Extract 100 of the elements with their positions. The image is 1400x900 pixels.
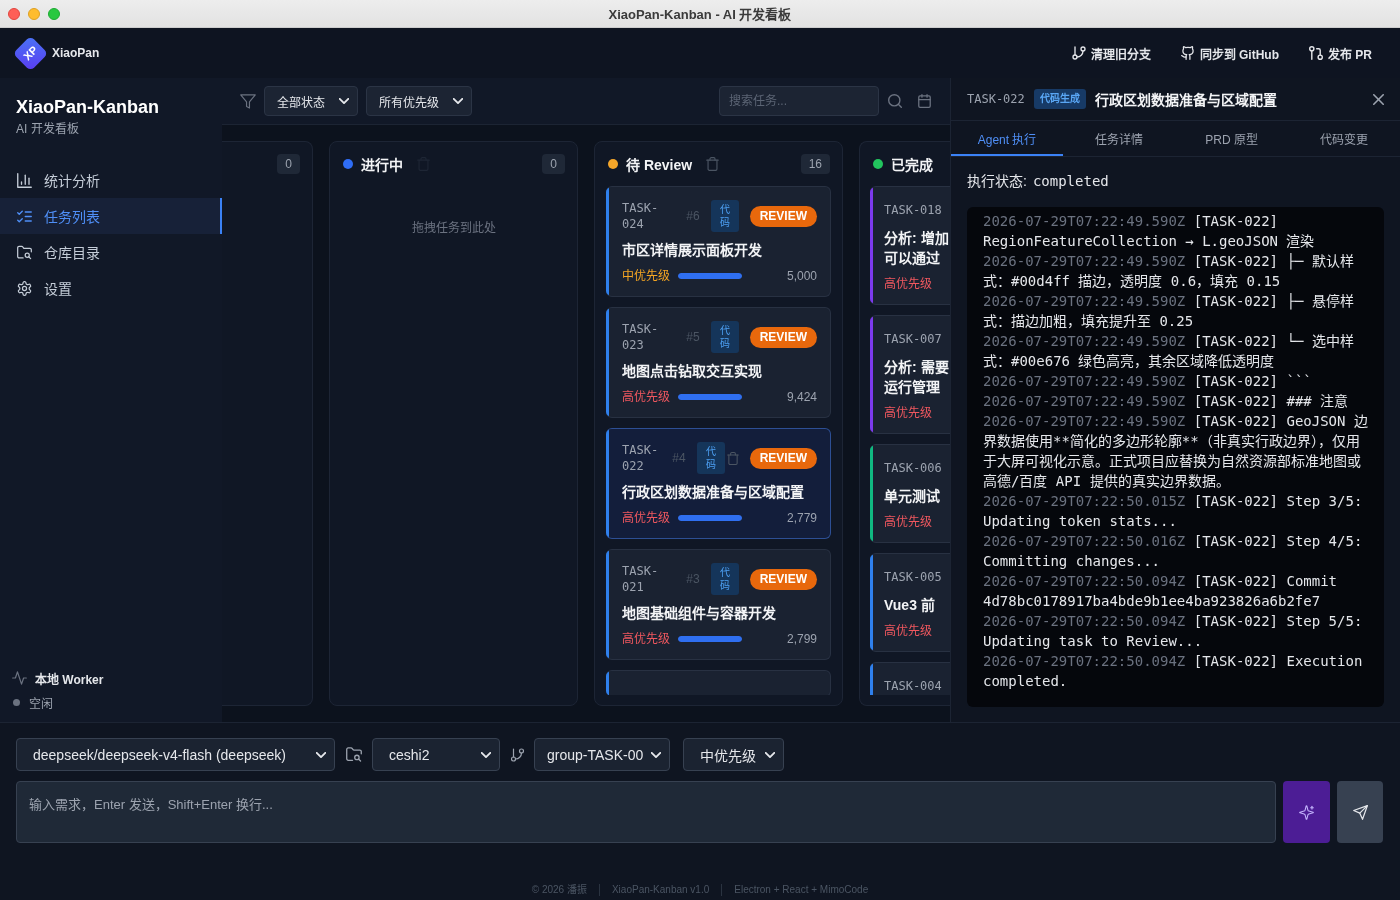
column-title: 待 Review: [626, 156, 693, 174]
panel-tab[interactable]: 任务详情: [1063, 121, 1176, 156]
sidebar-nav-item[interactable]: 仓库目录: [0, 234, 222, 270]
task-type-tag: 代码: [710, 321, 739, 353]
header-action-button[interactable]: 同步到 GitHub: [1180, 40, 1279, 66]
task-card[interactable]: TASK-006 单元测试 高优先级: [870, 444, 950, 543]
settings-icon: [17, 280, 32, 296]
task-title: 地图点击钻取交互实现: [622, 362, 763, 381]
task-count-badge: 0: [542, 154, 565, 174]
task-card[interactable]: TASK-018 分析: 增加可以通过 高优先级: [870, 186, 950, 305]
send-button[interactable]: [1337, 781, 1383, 843]
app-subtitle: AI 开发看板: [16, 121, 80, 137]
footer-text: © 2026 潘振: [530, 884, 588, 896]
log-entry: 2026-07-29T07:22:49.590Z [TASK-022] RegionFeatureCollection → L.geoJSON 渲染: [983, 212, 1316, 251]
send-icon: [1352, 804, 1368, 820]
log-entry: 2026-07-29T07:22:49.590Z [TASK-022] ```: [983, 372, 1313, 391]
status-badge: REVIEW: [749, 326, 817, 348]
chevron-down-icon: [339, 98, 349, 104]
sidebar-nav-item[interactable]: 统计分析: [0, 162, 222, 198]
log-entry: 2026-07-29T07:22:50.094Z [TASK-022] Commit 4d78bc0178917ba4bde9b1ee4ba923826a6b2fe7: [983, 572, 1339, 611]
priority-label: 高优先级: [622, 631, 670, 647]
task-card[interactable]: TASK-007 分析: 需要运行管理 高优先级: [870, 315, 950, 434]
priority-label: 高优先级: [884, 514, 932, 530]
panel-tab[interactable]: PRD 原型: [1175, 121, 1288, 156]
task-title: 市区详情展示面板开发: [622, 241, 763, 260]
repository-dropdown[interactable]: ceshi2: [372, 738, 500, 771]
panel-title: 行政区划数据准备与区域配置: [1094, 91, 1277, 109]
trash-icon[interactable]: [706, 157, 720, 171]
model-dropdown[interactable]: deepseek/deepseek-v4-flash (deepseek): [16, 738, 335, 771]
search-field[interactable]: 搜索任务...: [719, 86, 879, 116]
task-card[interactable]: TASK-005 Vue3 前 高优先级: [870, 553, 950, 652]
window-close-button[interactable]: [8, 7, 20, 20]
priority-label: 高优先级: [884, 405, 932, 421]
task-id: TASK-024: [622, 200, 660, 232]
close-icon[interactable]: [1373, 93, 1384, 105]
task-title: 分析: 增加可以通过: [884, 229, 950, 268]
branch-dropdown[interactable]: group-TASK-00: [534, 738, 671, 771]
task-type-tag: 代码: [710, 200, 739, 232]
search-icon[interactable]: [888, 94, 902, 108]
log-entry: 2026-07-29T07:22:50.015Z [TASK-022] Step 3/5: Updating token stats...: [983, 492, 1364, 531]
log-entry: 2026-07-29T07:22:49.590Z [TASK-022] GeoJSON 边界数据使用**简化的多边形轮廓**（非真实行政边界），仅用于大屏可视化示意。正式项目应替换为自然资源部标准地图或高德/百度 API 提供的真实边界数据。: [983, 412, 1369, 491]
token-count: 9,424: [786, 390, 817, 404]
chevron-down-icon: [453, 98, 463, 104]
chevron-down-icon: [481, 751, 491, 758]
task-number: #4: [672, 451, 686, 465]
sidebar-nav-item[interactable]: 任务列表: [0, 198, 222, 234]
calendar-icon[interactable]: [918, 94, 931, 108]
priority-dropdown[interactable]: 中优先级: [683, 738, 785, 771]
panel-tab[interactable]: 代码变更: [1287, 121, 1400, 156]
window-title: XiaoPan-Kanban - AI 开发看板: [608, 6, 792, 23]
log-entry: 2026-07-29T07:22:50.016Z [TASK-022] Step 4/5: Committing changes...: [983, 532, 1364, 571]
task-card[interactable]: TASK-004: [870, 662, 950, 695]
panel-tab[interactable]: Agent 执行: [951, 121, 1064, 156]
log-entry: 2026-07-29T07:22:49.590Z [TASK-022] └─ 选中样式：#00e676 绿色高亮，其余区域降低透明度: [983, 332, 1355, 371]
task-title: 分析: 需要运行管理: [884, 358, 950, 397]
task-id: TASK-004: [884, 678, 943, 694]
app-title: XiaoPan-Kanban: [16, 96, 161, 118]
task-type-tag: 代码: [696, 442, 725, 474]
priority-label: 高优先级: [622, 510, 670, 526]
worker-label: 本地 Worker: [35, 671, 104, 687]
task-id: TASK-007: [884, 331, 943, 347]
task-id: TASK-018: [884, 202, 943, 218]
task-id: TASK-006: [884, 460, 943, 476]
sparkle-icon: [1299, 804, 1314, 820]
filter-icon: [240, 93, 256, 109]
prompt-input[interactable]: 输入需求，Enter 发送，Shift+Enter 换行...: [16, 781, 1276, 843]
branch-icon: [1071, 46, 1086, 60]
status-badge: REVIEW: [749, 205, 817, 227]
empty-column-hint: 拖拽任务到此处: [411, 220, 496, 235]
filter-dropdown[interactable]: 全部状态: [264, 86, 358, 116]
token-count: 5,000: [786, 269, 817, 283]
task-count-badge: 0: [277, 154, 300, 174]
ai-assist-button[interactable]: [1283, 781, 1330, 843]
priority-label: 高优先级: [884, 623, 932, 639]
status-badge: REVIEW: [749, 568, 817, 590]
checklist-icon: [17, 208, 32, 224]
task-id: TASK-005: [884, 569, 943, 585]
log-entry: 2026-07-29T07:22:50.094Z [TASK-022] Execution completed.: [983, 652, 1364, 691]
window-minimize-button[interactable]: [28, 7, 40, 20]
task-count-badge: 16: [800, 154, 830, 174]
header-action-button[interactable]: 清理旧分支: [1071, 40, 1151, 66]
task-title: Vue3 前: [884, 596, 936, 615]
trash-icon[interactable]: [726, 451, 739, 465]
folder-icon: [346, 747, 362, 762]
task-type-tag: 代码: [710, 563, 739, 595]
chevron-down-icon: [765, 751, 776, 758]
header-action-button[interactable]: 发布 PR: [1309, 40, 1372, 66]
task-id: TASK-023: [622, 321, 660, 353]
task-id: TASK-022: [622, 442, 660, 474]
window-zoom-button[interactable]: [48, 7, 60, 20]
task-card[interactable]: TASK-022 #4 代码 REVIEW 行政区划数据准备与区域配置 高优先级 2,779: [606, 428, 831, 539]
chevron-down-icon: [316, 751, 326, 758]
task-title: 单元测试: [884, 487, 941, 506]
task-type-tag: 代码生成: [1033, 89, 1086, 109]
priority-label: 中优先级: [622, 268, 670, 284]
task-title: 行政区划数据准备与区域配置: [622, 483, 805, 502]
footer-text: Electron + React + MimoCode: [721, 884, 881, 896]
task-id: TASK-021: [622, 563, 660, 595]
filter-dropdown[interactable]: 所有优先级: [366, 86, 472, 116]
sidebar-nav-item[interactable]: 设置: [0, 270, 222, 306]
